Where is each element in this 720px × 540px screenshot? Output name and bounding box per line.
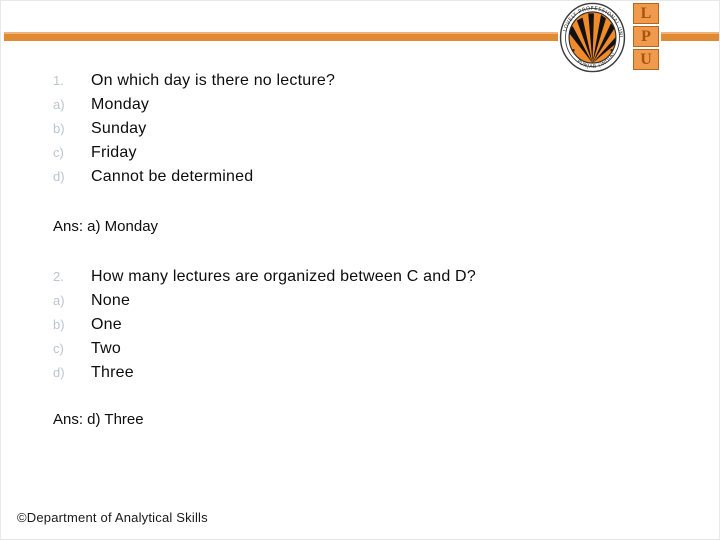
lpu-letter-l: L	[633, 3, 659, 24]
option-text: Two	[91, 340, 121, 357]
question-text: How many lectures are organized between …	[91, 268, 476, 285]
option-text: Friday	[91, 144, 137, 161]
question-marker: 2.	[53, 269, 64, 284]
option-marker: c)	[53, 145, 64, 160]
question-block-1: 1. On which day is there no lecture? a) …	[53, 69, 335, 189]
question-row: 1. On which day is there no lecture?	[53, 69, 335, 93]
answer-line-2: Ans: d) Three	[53, 411, 144, 428]
footer-copyright: ©Department of Analytical Skills	[17, 510, 208, 525]
option-text: Three	[91, 364, 134, 381]
option-marker: d)	[53, 365, 65, 380]
option-marker: a)	[53, 293, 65, 308]
question-marker: 1.	[53, 73, 64, 88]
answer-line-1: Ans: a) Monday	[53, 218, 159, 235]
lpu-letter-stack: L P U	[633, 3, 661, 72]
lpu-letter-u: U	[633, 49, 659, 70]
option-marker: b)	[53, 121, 65, 136]
option-text: None	[91, 292, 131, 309]
option-text: Monday	[91, 96, 150, 113]
option-row[interactable]: b) Sunday	[53, 117, 335, 141]
option-row[interactable]: a) Monday	[53, 93, 335, 117]
option-text: Sunday	[91, 120, 147, 137]
lpu-seal-icon: LOVELY PROFESSIONAL UNIVERSITY PUNJAB (I…	[557, 2, 626, 73]
lpu-logo: LOVELY PROFESSIONAL UNIVERSITY PUNJAB (I…	[557, 2, 719, 74]
option-row[interactable]: c) Two	[53, 337, 476, 361]
option-marker: a)	[53, 97, 65, 112]
option-marker: c)	[53, 341, 64, 356]
option-row[interactable]: d) Three	[53, 361, 476, 385]
option-row[interactable]: d) Cannot be determined	[53, 165, 335, 189]
lpu-letter-p: P	[633, 26, 659, 47]
option-row[interactable]: b) One	[53, 313, 476, 337]
option-text: Cannot be determined	[91, 168, 254, 185]
question-block-2: 2. How many lectures are organized betwe…	[53, 265, 476, 385]
option-text: One	[91, 316, 122, 333]
question-text: On which day is there no lecture?	[91, 72, 336, 89]
slide: LOVELY PROFESSIONAL UNIVERSITY PUNJAB (I…	[0, 0, 720, 540]
question-row: 2. How many lectures are organized betwe…	[53, 265, 476, 289]
option-marker: b)	[53, 317, 65, 332]
option-row[interactable]: a) None	[53, 289, 476, 313]
option-marker: d)	[53, 169, 65, 184]
option-row[interactable]: c) Friday	[53, 141, 335, 165]
header-divider-bar-left	[4, 32, 558, 41]
